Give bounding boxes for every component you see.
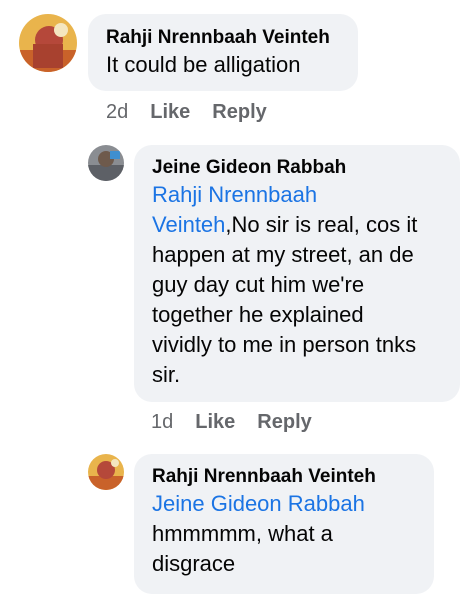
mention-link[interactable]: Rahji Nrennbaah [152,182,317,207]
comment-text-line: disgrace [152,551,236,576]
comment-actions: 1d Like Reply [151,411,312,434]
comment-text-line: together he explained [152,302,364,327]
avatar[interactable] [19,14,77,72]
comment-actions: 2d Like Reply [106,101,267,124]
comment-author[interactable]: Jeine Gideon Rabbah [152,155,446,180]
comment-text-line: happen at my street, an de [152,242,414,267]
avatar[interactable] [88,454,124,490]
avatar-photo [19,14,77,72]
comment-timestamp[interactable]: 2d [106,101,128,124]
comment-text-line: ,No sir is real, cos it [225,212,418,237]
reply-button[interactable]: Reply [257,411,311,434]
mention-link[interactable]: Veinteh [152,212,225,237]
mention-link[interactable]: Jeine Gideon Rabbah [152,491,365,516]
avatar[interactable] [88,145,124,181]
comment-text: Rahji Nrennbaah Veinteh,No sir is real, … [152,180,446,390]
comment-bubble: Rahji Nrennbaah Veinteh It could be alli… [88,14,358,91]
comment-text-line: vividly to me in person tnks [152,332,417,357]
comment-text: Jeine Gideon Rabbah hmmmmm, what a disgr… [152,489,420,579]
comment-author[interactable]: Rahji Nrennbaah Veinteh [152,464,420,489]
comment-text: It could be alligation [106,52,301,77]
like-button[interactable]: Like [150,101,190,124]
avatar-photo [88,145,124,181]
comment-timestamp[interactable]: 1d [151,411,173,434]
comment-bubble: Rahji Nrennbaah Veinteh Jeine Gideon Rab… [134,454,434,594]
like-button[interactable]: Like [195,411,235,434]
avatar-photo [88,454,124,490]
comment-text-line: sir. [152,362,181,387]
reply-button[interactable]: Reply [212,101,266,124]
comment-text-line: guy day cut him we're [152,272,365,297]
comment-author[interactable]: Rahji Nrennbaah Veinteh [106,25,344,50]
comment-text-line: hmmmmm, what a [152,521,333,546]
comment-bubble: Jeine Gideon Rabbah Rahji Nrennbaah Vein… [134,145,460,402]
